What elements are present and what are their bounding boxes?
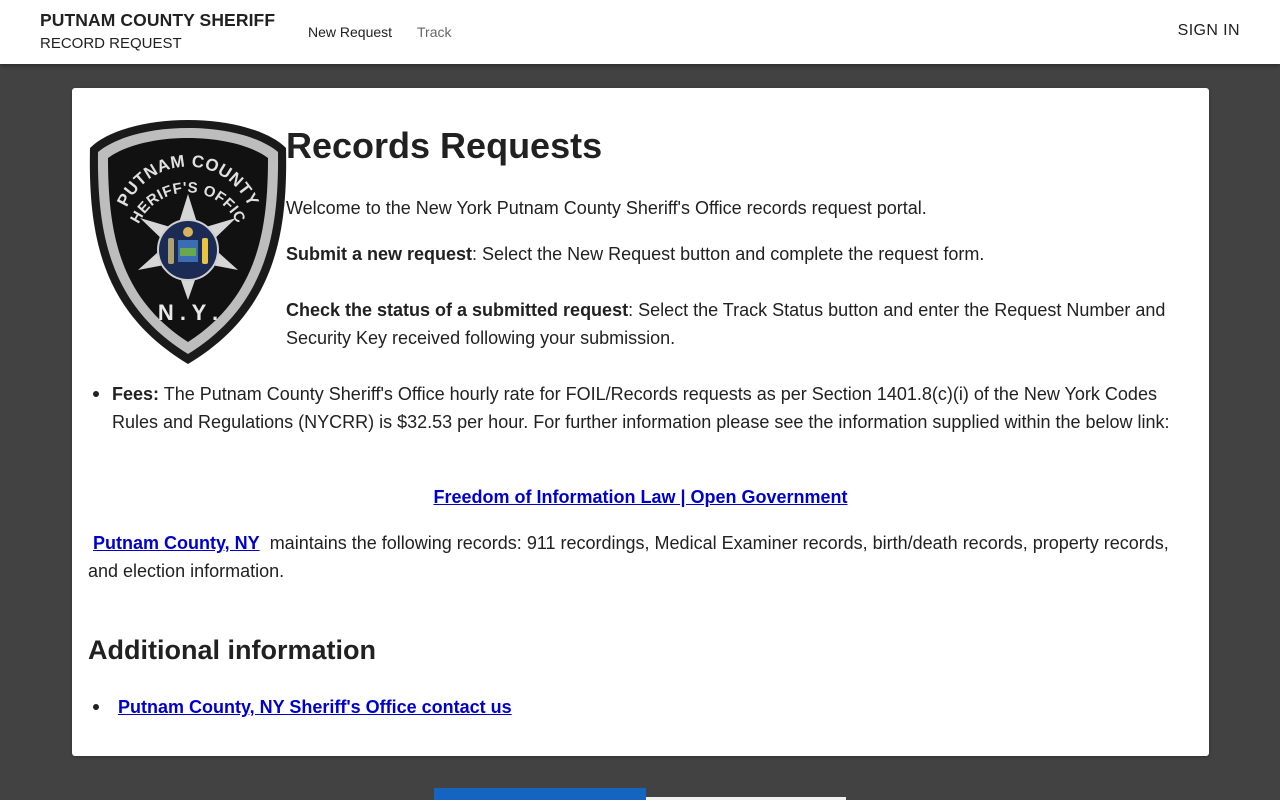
welcome-text: Welcome to the New York Putnam County Sh… — [286, 198, 927, 218]
badge-state: N . Y . — [158, 300, 218, 325]
sheriff-badge-logo: PUTNAM COUNTY SHERIFF'S OFFICE N . Y . — [88, 118, 287, 364]
county-records-text: Putnam County, NY maintains the followin… — [88, 529, 1188, 585]
nav-new-request[interactable]: New Request — [308, 24, 392, 40]
check-status-instructions: Check the status of a submitted request:… — [286, 296, 1186, 352]
nav-track[interactable]: Track — [417, 24, 451, 40]
records-card: PUTNAM COUNTY SHERIFF'S OFFICE N . Y . R… — [72, 88, 1209, 756]
check-label: Check the status of a submitted request — [286, 300, 629, 320]
fees-body: The Putnam County Sheriff's Office hourl… — [112, 384, 1170, 432]
top-app-bar: PUTNAM COUNTY SHERIFF RECORD REQUEST New… — [0, 0, 1280, 64]
fees-label: Fees: — [112, 384, 160, 404]
brand-subtitle: RECORD REQUEST — [40, 35, 182, 52]
foil-link-row: Freedom of Information Law | Open Govern… — [72, 483, 1209, 511]
putnam-county-link[interactable]: Putnam County, NY — [93, 533, 260, 553]
fees-bullet — [93, 391, 99, 397]
submit-instructions: Submit a new request: Select the New Req… — [286, 240, 1186, 268]
brand-title: PUTNAM COUNTY SHERIFF — [40, 10, 276, 30]
fees-text: Fees: The Putnam County Sheriff's Office… — [112, 380, 1192, 436]
page-title: Records Requests — [286, 125, 603, 166]
additional-info-heading: Additional information — [88, 635, 376, 665]
bottom-tab-active[interactable] — [434, 788, 646, 800]
sign-in-button[interactable]: SIGN IN — [1178, 22, 1240, 40]
contact-row: Putnam County, NY Sheriff's Office conta… — [118, 693, 512, 721]
contact-bullet — [93, 704, 99, 710]
submit-text: : Select the New Request button and comp… — [472, 244, 985, 264]
submit-label: Submit a new request — [286, 244, 473, 264]
sheriff-contact-link[interactable]: Putnam County, NY Sheriff's Office conta… — [118, 697, 512, 717]
foil-link[interactable]: Freedom of Information Law | Open Govern… — [433, 487, 847, 507]
brand[interactable]: PUTNAM COUNTY SHERIFF RECORD REQUEST — [40, 9, 275, 55]
